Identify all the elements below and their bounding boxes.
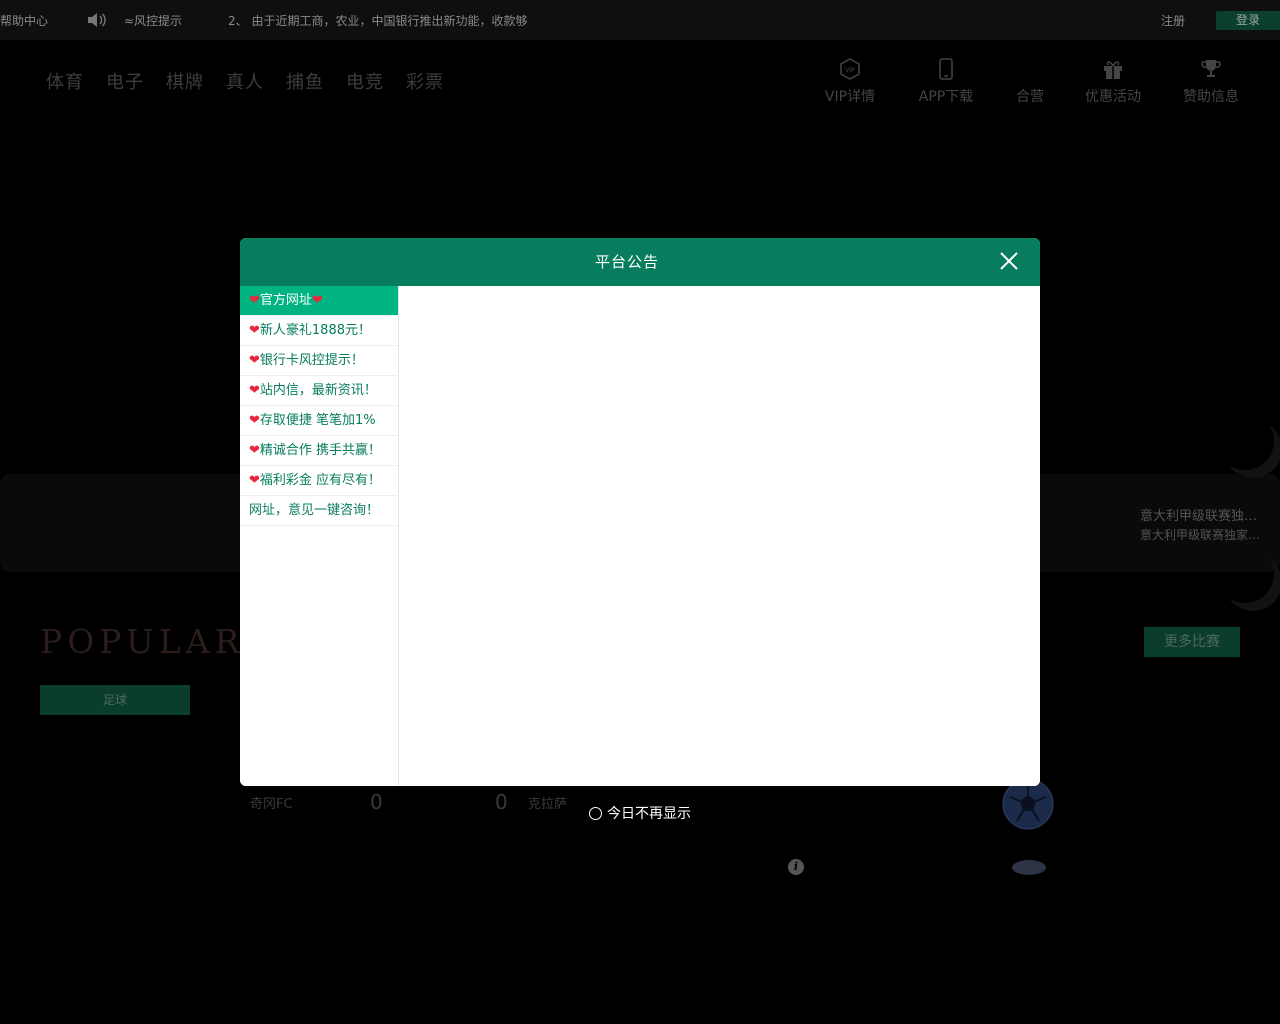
notice-item[interactable]: ❤存取便捷 笔笔加1%	[240, 406, 398, 436]
announcement-modal: 平台公告 ❤官方网址❤ ❤新人豪礼1888元！ ❤银行卡风控提示！ ❤站内信，最新资讯…	[240, 238, 1040, 786]
heart-icon: ❤	[249, 383, 260, 398]
heart-icon: ❤	[249, 443, 260, 458]
modal-title: 平台公告	[594, 253, 659, 271]
dont-show-today-label: 今日不再显示	[607, 806, 691, 822]
notice-item-label: 银行卡风控提示！	[259, 353, 364, 368]
heart-icon: ❤	[249, 323, 260, 338]
heart-icon: ❤	[249, 353, 260, 368]
notice-item-label: 新人豪礼1888元！	[259, 323, 371, 338]
heart-icon: ❤	[311, 293, 323, 308]
notice-item[interactable]: 网址，意见一键咨询！	[240, 496, 398, 526]
dont-show-today-option[interactable]: 今日不再显示	[589, 803, 691, 823]
notice-item-label: 官方网址	[259, 293, 312, 308]
notice-item[interactable]: ❤精诚合作 携手共赢！	[240, 436, 398, 466]
notice-item-label: 精诚合作 携手共赢！	[259, 443, 382, 458]
notice-item-label: 网址，意见一键咨询！	[249, 503, 380, 518]
notice-item[interactable]: ❤官方网址❤	[240, 286, 398, 316]
notice-list: ❤官方网址❤ ❤新人豪礼1888元！ ❤银行卡风控提示！ ❤站内信，最新资讯！ ❤存取便…	[240, 286, 399, 786]
notice-item[interactable]: ❤银行卡风控提示！	[240, 346, 398, 376]
close-icon[interactable]	[998, 250, 1020, 272]
notice-item[interactable]: ❤福利彩金 应有尽有！	[240, 466, 398, 496]
notice-item-label: 站内信，最新资讯！	[259, 383, 377, 398]
radio-button[interactable]	[589, 806, 602, 820]
notice-item[interactable]: ❤新人豪礼1888元！	[240, 316, 398, 346]
modal-header: 平台公告	[240, 238, 1040, 286]
notice-item-label: 福利彩金 应有尽有！	[259, 473, 382, 488]
heart-icon: ❤	[249, 413, 260, 428]
notice-content	[400, 286, 1040, 786]
heart-icon: ❤	[249, 473, 260, 488]
heart-icon: ❤	[249, 293, 260, 308]
notice-item[interactable]: ❤站内信，最新资讯！	[240, 376, 398, 406]
notice-item-label: 存取便捷 笔笔加1%	[259, 413, 376, 428]
